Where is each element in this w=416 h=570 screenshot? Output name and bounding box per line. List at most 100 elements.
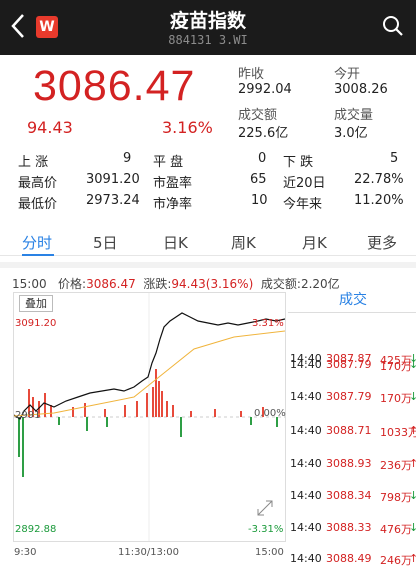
axis-top-price: 3091.20	[15, 318, 57, 329]
axis-bottom-price: 2892.88	[15, 524, 57, 535]
trade-direction-icon: ↓	[409, 358, 416, 371]
tab-daily-k[interactable]: 日K	[163, 232, 188, 253]
time-label-mid: 11:30/13:00	[118, 547, 180, 558]
trade-price: 3088.93	[326, 457, 372, 470]
page-title: 疫苗指数	[169, 10, 246, 32]
change-label: 涨跌:	[143, 277, 172, 291]
axis-mid-pct: 0.00%	[254, 408, 286, 419]
trade-volume: 170万	[380, 392, 412, 405]
turnover-label: 成交额	[238, 108, 278, 123]
prev-close-value: 2992.04	[238, 82, 292, 97]
stats-row: 最低价 2973.24 市净率 10 今年来 11.20%	[18, 193, 408, 214]
stat-value: 22.78%	[354, 172, 404, 187]
trade-row: 14:40 3088.71 1033万 ↑	[290, 424, 416, 442]
trade-time: 14:40	[290, 521, 322, 534]
trade-row: 14:40 3087.79 170万 ↓	[290, 390, 416, 408]
axis-top-pct: 3.31%	[252, 318, 284, 329]
price-change: 94.43	[27, 118, 73, 137]
trade-price: 3088.34	[326, 489, 372, 502]
trade-direction-icon: ↑	[409, 552, 416, 565]
stat-value: 65	[250, 172, 267, 187]
overlay-button[interactable]: 叠加	[19, 295, 53, 312]
time-label-start: 9:30	[14, 547, 37, 558]
trade-volume: 170万	[380, 360, 412, 373]
trades-divider	[288, 312, 416, 313]
fullscreen-icon[interactable]	[255, 498, 275, 518]
stat-label: 市盈率	[153, 176, 193, 191]
trade-direction-icon: ↑	[409, 424, 416, 437]
stat-value: 11.20%	[354, 193, 404, 208]
index-code: 884131 3.WI	[168, 33, 248, 47]
turnover-value: 225.6亿	[238, 126, 289, 141]
tab-intraday[interactable]: 分时	[22, 232, 52, 253]
stat-label: 最高价	[18, 176, 58, 191]
trade-row: 14:40 3087.79 170万 ↓	[290, 358, 416, 376]
trade-time: 14:40	[290, 358, 322, 371]
trade-time: 14:40	[290, 424, 322, 437]
price-change-pct: 3.16%	[162, 118, 213, 137]
current-price: 3086.47	[33, 62, 196, 110]
time-label-end: 15:00	[255, 547, 284, 558]
trade-time: 14:40	[290, 489, 322, 502]
open-value: 3008.26	[334, 82, 388, 97]
stat-label: 近20日	[283, 176, 326, 191]
app-header: W 疫苗指数 884131 3.WI	[0, 0, 416, 55]
trade-time: 14:40	[290, 390, 322, 403]
volume-value: 3.0亿	[334, 126, 368, 141]
stat-label: 平 盘	[153, 155, 184, 170]
active-tab-indicator	[22, 254, 54, 256]
stat-label: 下 跌	[283, 155, 314, 170]
crosshair-price: 3086.47	[86, 277, 136, 291]
tab-5day[interactable]: 5日	[93, 232, 118, 253]
trade-time: 14:40	[290, 552, 322, 565]
price-label: 价格:	[58, 277, 87, 291]
trade-row: 14:40 3088.93 236万 ↑	[290, 457, 416, 475]
trade-price: 3088.33	[326, 521, 372, 534]
tab-more[interactable]: 更多	[367, 232, 397, 253]
stats-grid: 上 涨 9 平 盘 0 下 跌 5 最高价 3091.20 市盈率 65 近20…	[18, 151, 408, 214]
trade-price: 3088.49	[326, 552, 372, 565]
axis-bottom-pct: -3.31%	[248, 524, 284, 535]
intraday-chart[interactable]	[13, 292, 286, 542]
volume-label: 成交量	[334, 108, 374, 123]
trade-row: 14:40 3088.33 476万 ↓	[290, 521, 416, 539]
stat-label: 最低价	[18, 197, 58, 212]
volume-bars-down	[18, 417, 278, 477]
prev-close-label: 昨收	[238, 67, 265, 82]
trade-volume: 476万	[380, 523, 412, 536]
trade-row: 14:40 3088.34 798万 ↓	[290, 489, 416, 507]
intraday-chart-svg	[13, 293, 286, 541]
stat-value: 2973.24	[86, 193, 140, 208]
trade-row: 14:40 3088.49 246万 ↑	[290, 552, 416, 570]
stat-value: 9	[123, 151, 132, 166]
stat-label: 市净率	[153, 197, 193, 212]
trade-price: 3088.71	[326, 424, 372, 437]
trade-volume: 798万	[380, 491, 412, 504]
trade-volume: 246万	[380, 554, 412, 567]
open-label: 今开	[334, 67, 361, 82]
crosshair-change: 94.43(3.16%)	[171, 277, 254, 291]
stats-row: 最高价 3091.20 市盈率 65 近20日 22.78%	[18, 172, 408, 193]
trades-title[interactable]: 成交	[290, 289, 416, 309]
volume-bars-up	[28, 369, 264, 417]
stat-value: 10	[251, 193, 268, 208]
stats-row: 上 涨 9 平 盘 0 下 跌 5	[18, 151, 408, 172]
chart-tabs: 分时 5日 日K 周K 月K 更多	[0, 228, 416, 256]
stat-value: 5	[390, 151, 399, 166]
trade-price: 3087.79	[326, 358, 372, 371]
stat-value: 3091.20	[86, 172, 140, 187]
axis-mid-price: 2991	[15, 410, 41, 421]
crosshair-time: 15:00	[12, 277, 47, 291]
trade-volume: 236万	[380, 459, 412, 472]
section-divider	[0, 262, 416, 268]
trade-time: 14:40	[290, 457, 322, 470]
stat-label: 上 涨	[18, 155, 49, 170]
trade-direction-icon: ↓	[409, 489, 416, 502]
tab-weekly-k[interactable]: 周K	[231, 232, 256, 253]
trade-direction-icon: ↓	[409, 390, 416, 403]
stat-value: 0	[258, 151, 267, 166]
trade-price: 3087.79	[326, 390, 372, 403]
search-icon[interactable]	[382, 15, 404, 37]
trade-direction-icon: ↓	[409, 521, 416, 534]
tab-monthly-k[interactable]: 月K	[302, 232, 327, 253]
